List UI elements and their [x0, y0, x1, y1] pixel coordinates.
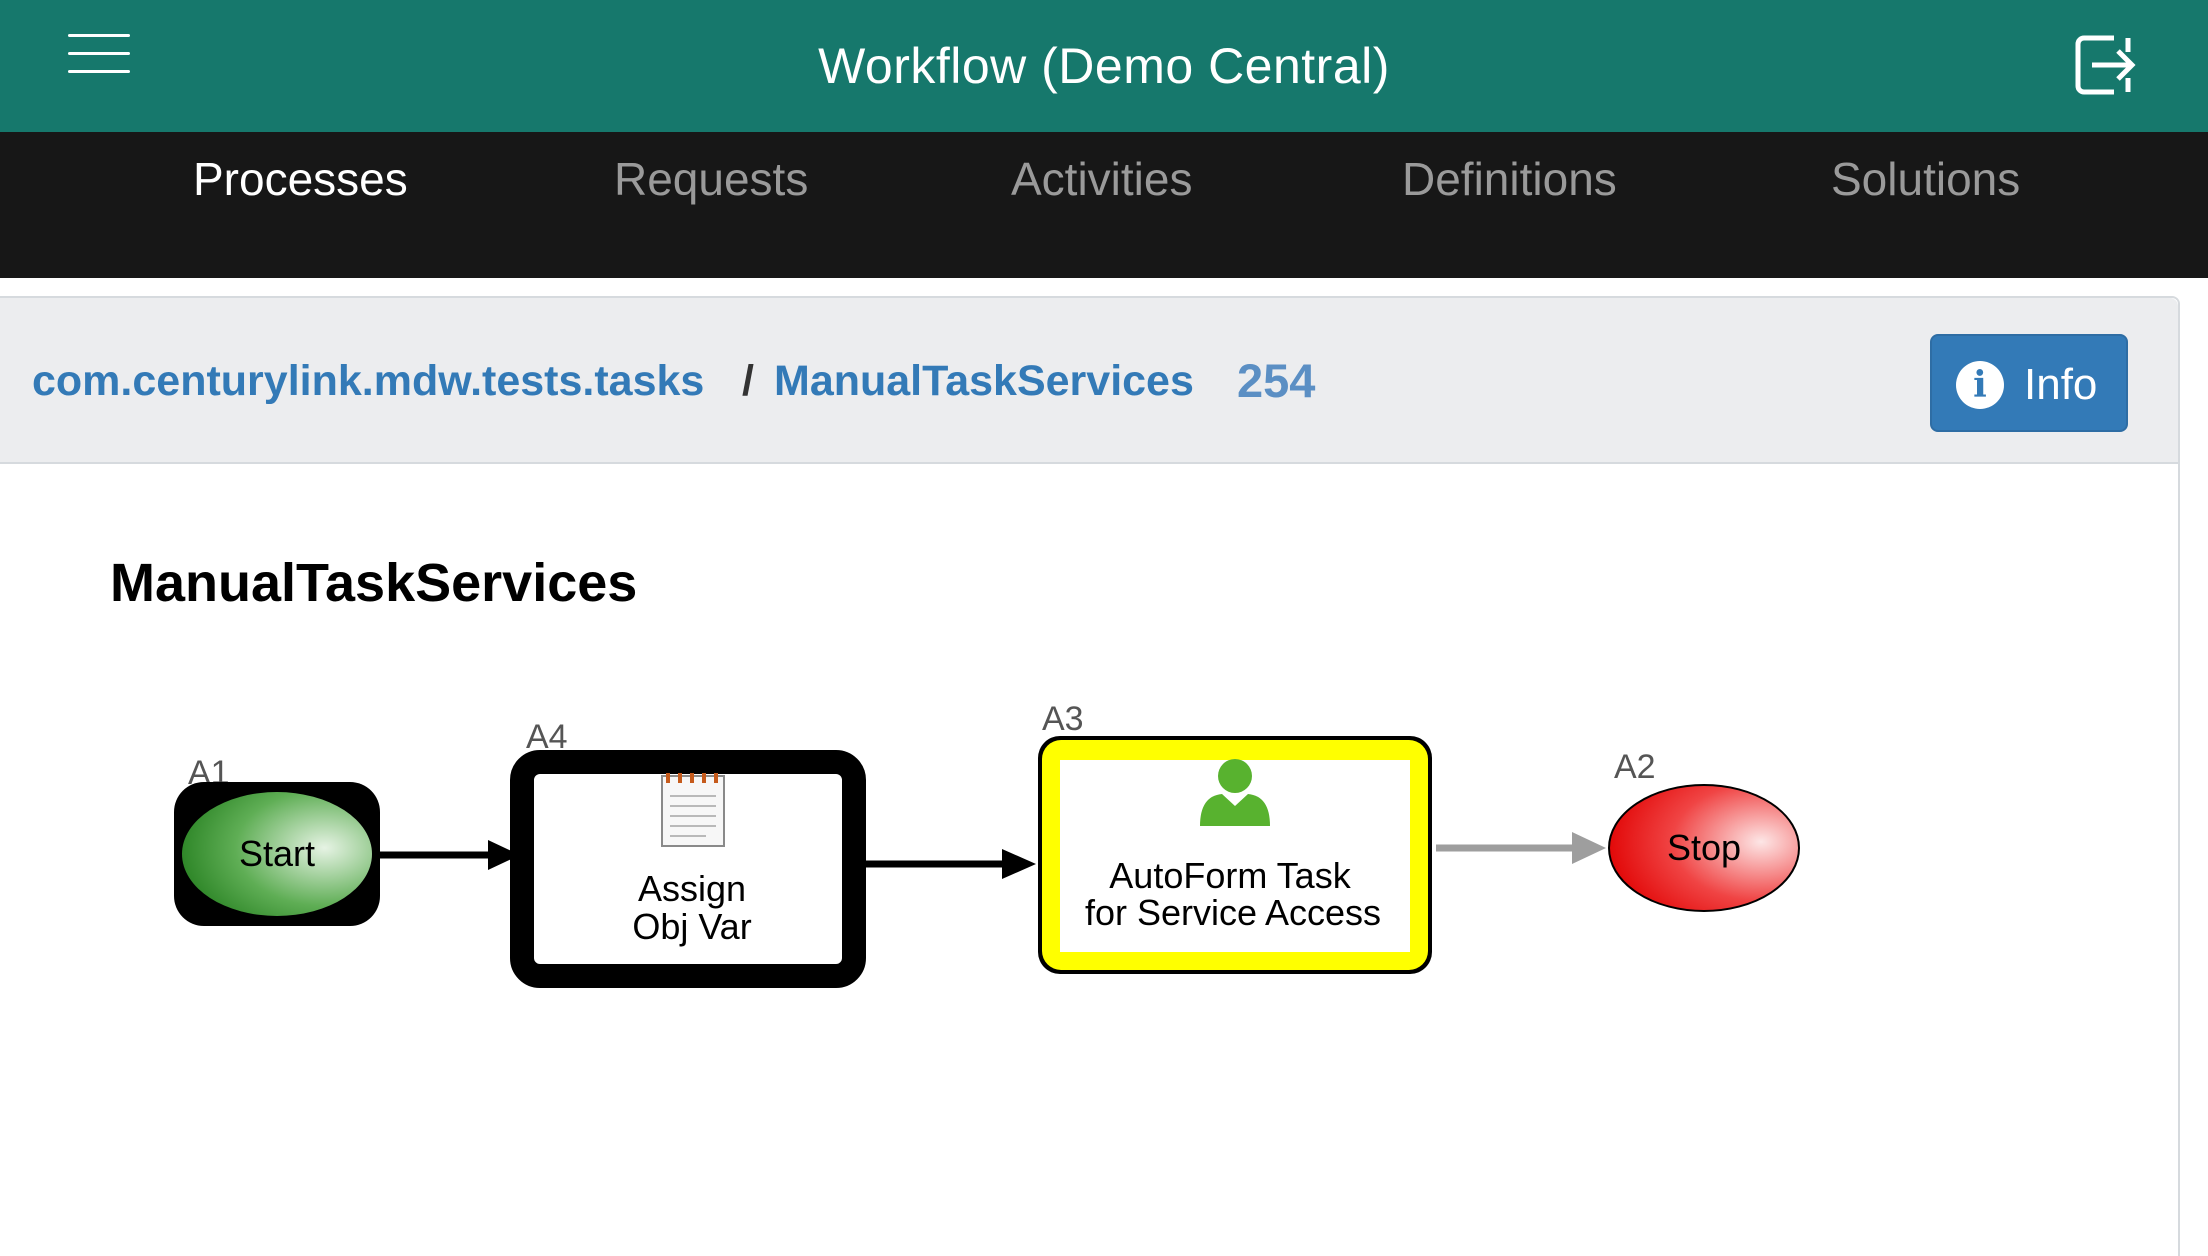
info-button[interactable]: i Info — [1930, 334, 2128, 432]
app-title: Workflow (Demo Central) — [818, 38, 1390, 94]
node-label-assign-line2: Obj Var — [632, 906, 751, 947]
notepad-icon — [661, 773, 725, 847]
tab-definitions[interactable]: Definitions — [1402, 144, 1617, 214]
breadcrumb-separator: / — [742, 357, 754, 405]
diagram-title: ManualTaskServices — [110, 553, 638, 613]
breadcrumb-package-link[interactable]: com.centurylink.mdw.tests.tasks — [32, 348, 704, 414]
panel-header: com.centurylink.mdw.tests.tasks / Manual… — [0, 298, 2178, 464]
tab-activities[interactable]: Activities — [1011, 144, 1192, 214]
node-label-assign-line1: Assign — [638, 868, 746, 909]
app-header: Workflow (Demo Central) — [0, 0, 2208, 132]
info-button-label: Info — [2024, 360, 2098, 409]
process-instance-id: 254 — [1237, 354, 1316, 407]
tab-processes[interactable]: Processes — [193, 144, 408, 214]
node-label-start: Start — [239, 833, 315, 874]
node-id-a2: A2 — [1614, 748, 1656, 786]
node-label-autoform-line2: for Service Access — [1085, 892, 1381, 933]
node-label-autoform-line1: AutoForm Task — [1109, 855, 1351, 896]
tab-requests[interactable]: Requests — [614, 144, 808, 214]
tab-solutions[interactable]: Solutions — [1831, 144, 2020, 214]
main-nav: Processes Requests Activities Definition… — [0, 132, 2208, 278]
logout-icon[interactable] — [2070, 30, 2140, 100]
activity-assign-obj-var[interactable]: A4 Assign Obj Var — [510, 718, 866, 988]
breadcrumb-process-link[interactable]: ManualTaskServices — [774, 348, 1194, 414]
node-label-stop: Stop — [1667, 827, 1741, 868]
activity-autoform-task[interactable]: A3 AutoForm Task for Service Access — [1038, 700, 1432, 974]
info-circle-icon: i — [1956, 361, 2004, 409]
node-id-a3: A3 — [1042, 700, 1084, 738]
